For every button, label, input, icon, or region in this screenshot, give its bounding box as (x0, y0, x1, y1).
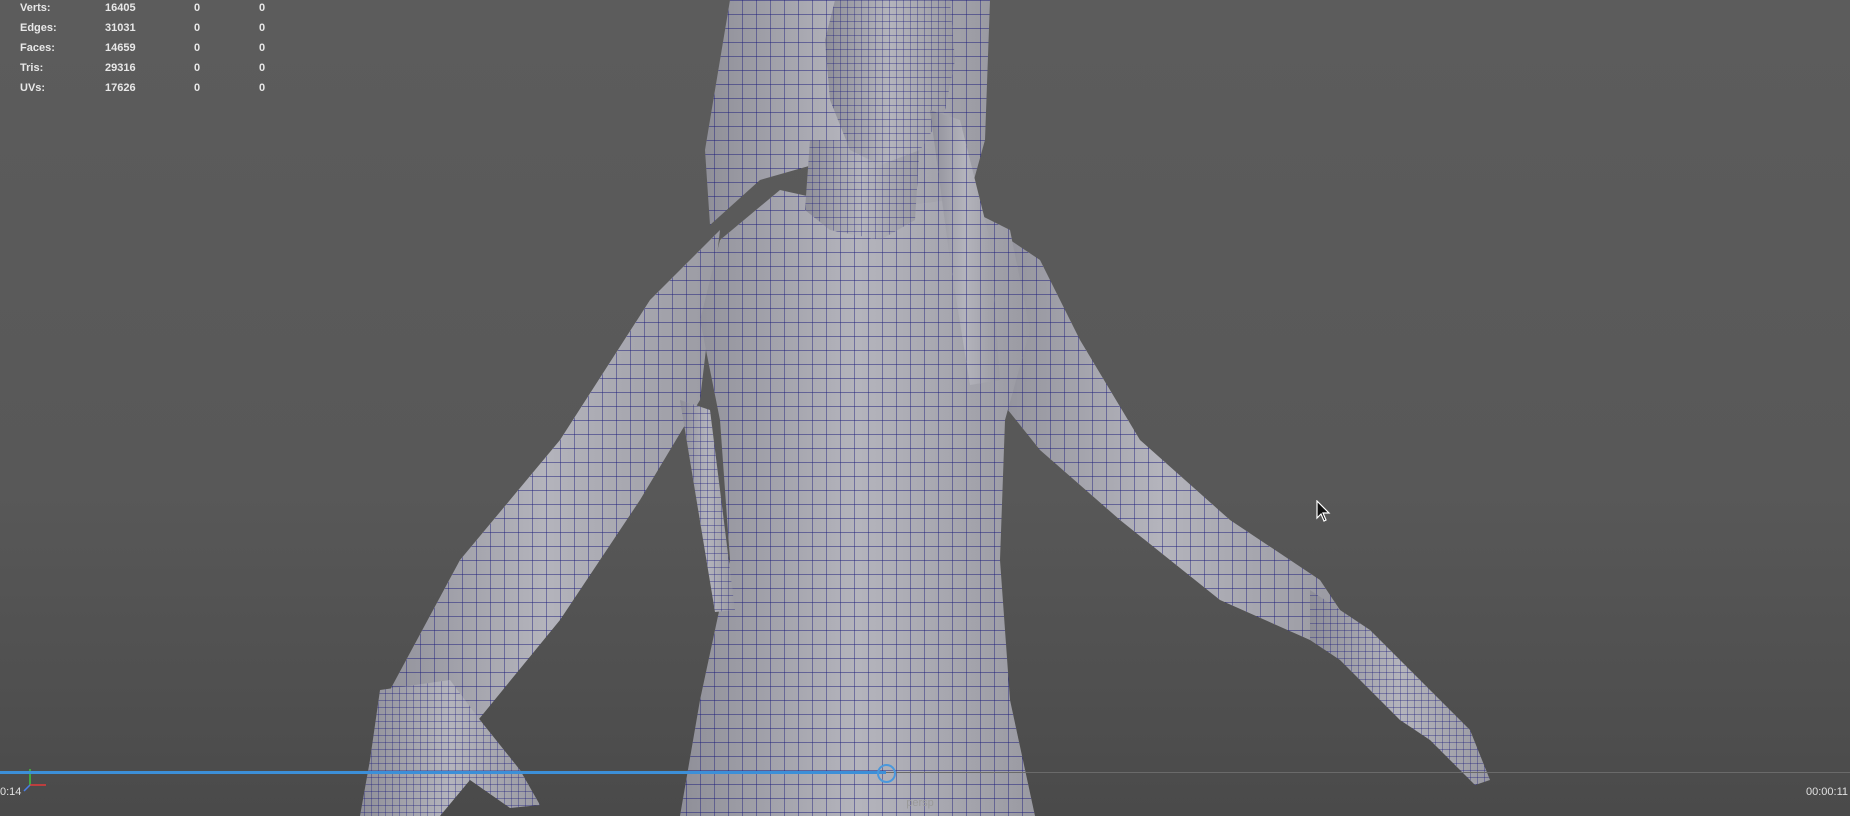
stat-total: 17626 (105, 82, 136, 94)
stat-total: 14659 (105, 42, 136, 54)
timeline-scrub-handle[interactable] (877, 764, 896, 783)
stat-components: 0 (259, 2, 266, 14)
timeline-track[interactable] (0, 771, 1850, 774)
stat-selected: 0 (194, 2, 201, 14)
stat-components: 0 (259, 82, 266, 94)
stat-total: 31031 (105, 22, 136, 34)
camera-name: persp (906, 797, 934, 809)
stat-label: Verts: (20, 2, 51, 14)
character-mesh (360, 0, 1490, 816)
poly-count-hud: Verts: 16405 0 0 Edges: 31031 0 0 Faces:… (0, 0, 280, 100)
timeline-progress (0, 771, 886, 774)
mouse-cursor-icon (1316, 500, 1331, 522)
stat-row-tris: Tris: 29316 0 0 (0, 62, 280, 78)
stat-selected: 0 (194, 22, 201, 34)
stat-row-edges: Edges: 31031 0 0 (0, 22, 280, 38)
stat-components: 0 (259, 22, 266, 34)
axis-gizmo-icon (23, 769, 46, 792)
stat-components: 0 (259, 62, 266, 74)
stat-selected: 0 (194, 62, 201, 74)
stat-selected: 0 (194, 82, 201, 94)
stat-selected: 0 (194, 42, 201, 54)
stat-row-verts: Verts: 16405 0 0 (0, 2, 280, 18)
stat-row-faces: Faces: 14659 0 0 (0, 42, 280, 58)
stat-label: Edges: (20, 22, 57, 34)
stat-total: 29316 (105, 62, 136, 74)
stat-label: Tris: (20, 62, 44, 74)
stat-total: 16405 (105, 2, 136, 14)
timeline-remaining (886, 772, 1850, 773)
stat-label: Faces: (20, 42, 55, 54)
stat-row-uvs: UVs: 17626 0 0 (0, 82, 280, 98)
stat-components: 0 (259, 42, 266, 54)
stat-label: UVs: (20, 82, 46, 94)
viewport-3d[interactable] (0, 0, 1850, 816)
